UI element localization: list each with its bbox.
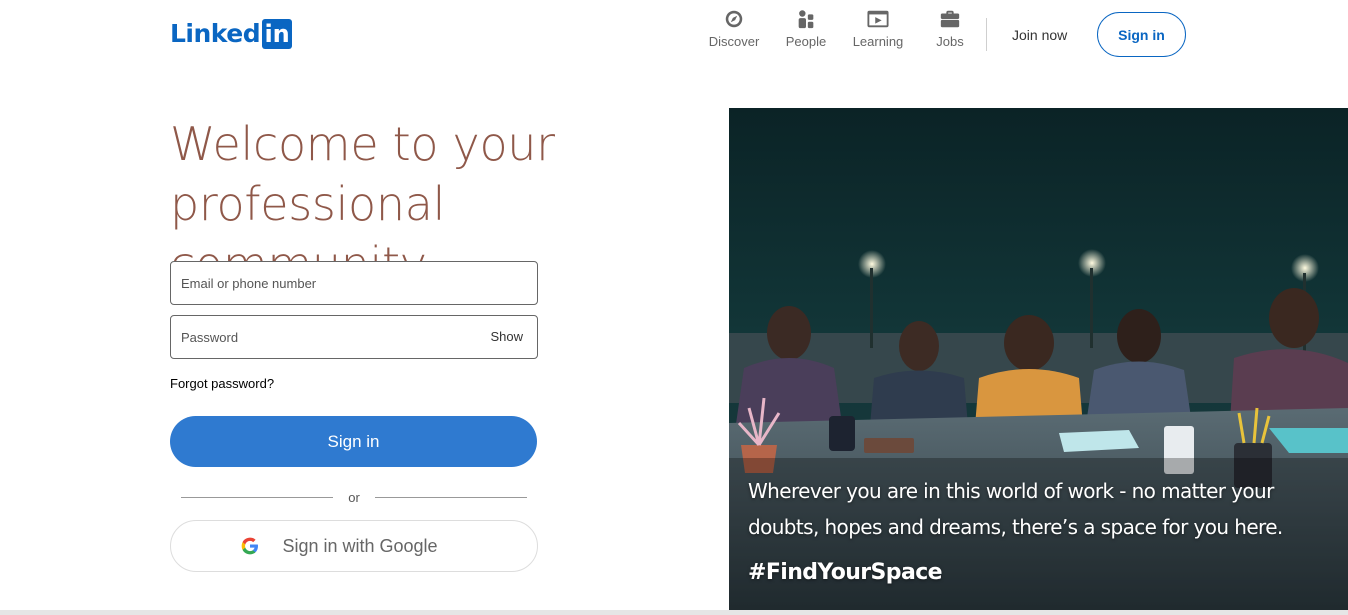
compass-icon <box>725 10 743 28</box>
password-field-container: Show <box>170 315 538 359</box>
email-field-container <box>170 261 538 305</box>
google-g-icon <box>242 537 259 555</box>
nav-jobs-label: Jobs <box>936 34 964 49</box>
page-bottom-bar <box>0 610 1348 615</box>
google-sign-in-button[interactable]: Sign in with Google <box>170 520 538 572</box>
headline-line-1: Welcome to your <box>170 117 555 171</box>
nav-divider <box>986 18 987 51</box>
nav-learning-label: Learning <box>852 34 904 49</box>
hero-caption: Wherever you are in this world of work -… <box>748 479 1283 539</box>
briefcase-icon <box>940 10 960 28</box>
sign-in-button[interactable]: Sign in <box>170 416 537 467</box>
linkedin-logo[interactable]: Linked in <box>170 18 293 50</box>
logo-text: Linked <box>170 19 261 48</box>
nav-discover[interactable]: Discover <box>702 8 766 49</box>
nav-jobs[interactable]: Jobs <box>918 8 982 49</box>
google-sign-in-label: Sign in with Google <box>282 535 438 556</box>
video-play-icon <box>867 10 889 28</box>
email-input[interactable] <box>171 262 537 304</box>
hero-hashtag: #FindYourSpace <box>748 560 943 585</box>
or-line-right <box>375 497 527 498</box>
show-password-button[interactable]: Show <box>490 329 523 344</box>
nav-learning[interactable]: Learning <box>846 8 910 49</box>
header-sign-in-button[interactable]: Sign in <box>1097 12 1186 57</box>
join-now-link[interactable]: Join now <box>1003 23 1076 47</box>
nav-people-label: People <box>785 34 827 49</box>
nav-discover-label: Discover <box>708 34 760 49</box>
people-icon <box>798 10 814 29</box>
or-divider: or <box>181 488 527 508</box>
nav-people[interactable]: People <box>774 8 838 49</box>
logo-in-box: in <box>262 19 293 49</box>
password-input[interactable] <box>171 316 537 358</box>
forgot-password-link[interactable]: Forgot password? <box>170 376 274 391</box>
hero-image: Wherever you are in this world of work -… <box>729 108 1348 612</box>
